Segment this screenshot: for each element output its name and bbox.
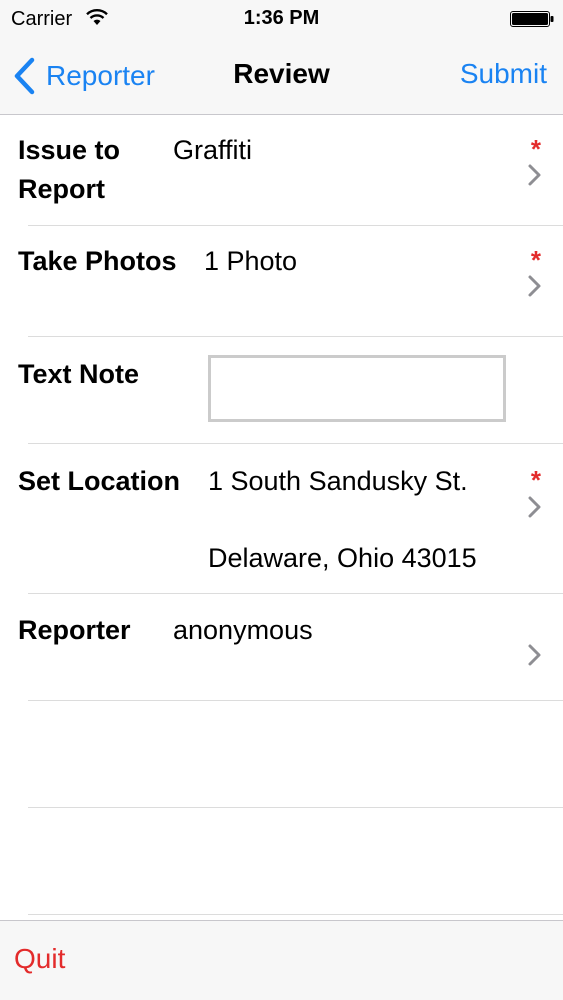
status-bar: Carrier 1:36 PM <box>0 0 563 38</box>
issue-label-line2: Report <box>18 174 105 204</box>
photos-label: Take Photos <box>18 246 177 276</box>
quit-button[interactable]: Quit <box>14 943 65 975</box>
report-form: Issue to Report Graffiti * Take Photos 1… <box>0 115 563 915</box>
text-note-field[interactable] <box>208 355 506 422</box>
chevron-right-icon <box>528 275 541 297</box>
reporter-label: Reporter <box>18 615 131 645</box>
empty-row <box>0 701 563 808</box>
note-row: Text Note <box>0 337 563 444</box>
issue-value: Graffiti <box>173 135 253 165</box>
chevron-right-icon <box>528 496 541 518</box>
chevron-right-icon <box>528 164 541 186</box>
reporter-row[interactable]: Reporter anonymous <box>0 594 563 701</box>
location-label: Set Location <box>18 466 181 496</box>
empty-row <box>0 808 563 915</box>
required-indicator: * <box>530 465 541 495</box>
reporter-value: anonymous <box>173 615 313 645</box>
row-separator <box>28 914 563 915</box>
required-indicator: * <box>530 245 541 275</box>
chevron-right-icon <box>528 644 541 666</box>
location-row[interactable]: Set Location 1 South Sandusky St. Delawa… <box>0 444 563 594</box>
review-screen: Carrier 1:36 PM Reporter Review Submit I… <box>0 0 563 1000</box>
note-label: Text Note <box>18 359 140 389</box>
navigation-bar: Reporter Review Submit <box>0 38 563 115</box>
battery-icon <box>510 11 554 27</box>
clock: 1:36 PM <box>243 7 320 29</box>
submit-button[interactable]: Submit <box>460 58 547 90</box>
issue-row[interactable]: Issue to Report Graffiti * <box>0 115 563 226</box>
issue-label-line1: Issue to <box>18 135 121 165</box>
issue-label: Issue to Report <box>18 131 120 209</box>
location-line2: Delaware, Ohio 43015 <box>208 543 477 573</box>
bottom-toolbar: Quit <box>0 920 563 1000</box>
photos-row[interactable]: Take Photos 1 Photo * <box>0 226 563 337</box>
location-line1: 1 South Sandusky St. <box>208 466 468 496</box>
photos-value: 1 Photo <box>204 246 298 276</box>
required-indicator: * <box>530 134 541 164</box>
